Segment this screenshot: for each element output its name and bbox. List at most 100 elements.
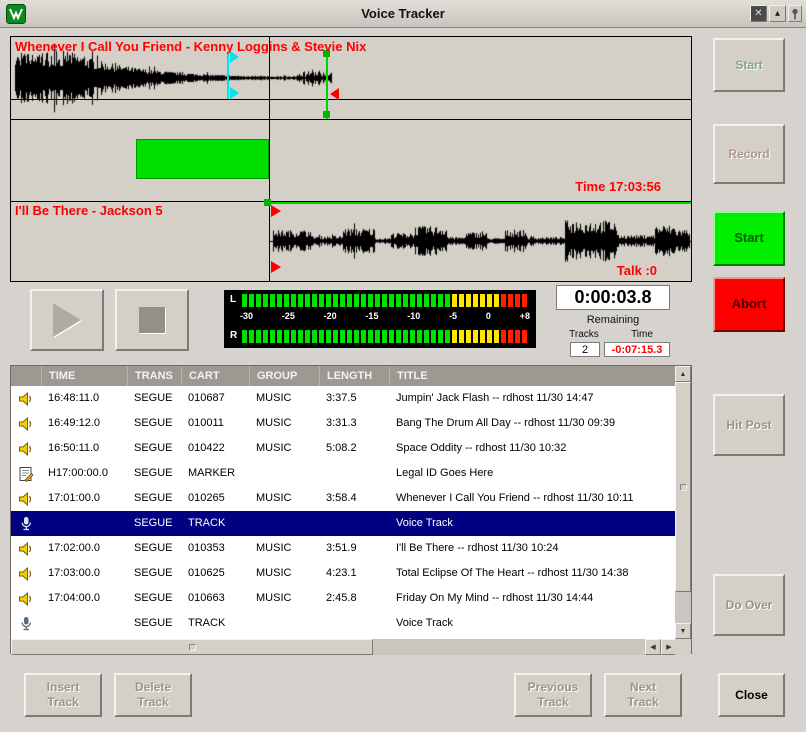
start-button-track2[interactable]: Start [713, 211, 785, 266]
table-row[interactable]: 16:48:11.0SEGUE010687MUSIC3:37.5Jumpin' … [11, 386, 677, 411]
cell-trans: SEGUE [127, 561, 181, 586]
end-marker-line[interactable] [326, 51, 328, 119]
start-marker-handle[interactable] [264, 199, 271, 206]
meter-segment [445, 294, 450, 307]
cell-group: MUSIC [249, 486, 319, 511]
cell-length [319, 511, 389, 536]
record-button[interactable]: Record [713, 124, 785, 184]
fade-marker-line[interactable] [227, 53, 229, 99]
level-meter: L -30-25-20-15-10-50+8 R [224, 290, 536, 348]
talk-marker-handle[interactable] [271, 205, 281, 217]
meter-segment [291, 330, 296, 343]
delete-track-button[interactable]: Delete Track [114, 673, 192, 717]
table-row[interactable]: H17:00:00.0SEGUEMARKERLegal ID Goes Here [11, 461, 677, 486]
voicetrack-region[interactable] [136, 139, 269, 179]
table-row[interactable]: 17:01:00.0SEGUE010265MUSIC3:58.4Whenever… [11, 486, 677, 511]
meter-scale-label: -5 [449, 311, 457, 321]
horizontal-scroll-thumb[interactable] [11, 639, 373, 655]
table-row[interactable]: 17:03:00.0SEGUE010625MUSIC4:23.1Total Ec… [11, 561, 677, 586]
meter-segment [466, 294, 471, 307]
end-marker-handle[interactable] [323, 111, 330, 118]
meter-segment [263, 330, 268, 343]
cell-trans: SEGUE [127, 586, 181, 611]
thumb-grip [189, 644, 196, 651]
titlebar[interactable]: Voice Tracker ✕ ▴ [0, 0, 806, 28]
stop-button[interactable] [115, 289, 189, 351]
playhead-cursor[interactable] [269, 37, 270, 282]
horizontal-scrollbar[interactable]: ◀ ▶ [11, 639, 677, 655]
table-row[interactable]: 17:02:00.0SEGUE010353MUSIC3:51.9I'll Be … [11, 536, 677, 561]
meter-segment [410, 330, 415, 343]
voice-tracker-window: { "window": { "title": "Voice Tracker", … [0, 0, 806, 732]
insert-track-button[interactable]: Insert Track [24, 673, 102, 717]
speaker-icon [11, 561, 41, 586]
column-header[interactable]: TRANS [127, 366, 181, 386]
column-header[interactable]: GROUP [249, 366, 319, 386]
column-header[interactable]: LENGTH [319, 366, 389, 386]
meter-segment [501, 330, 506, 343]
shade-icon[interactable]: ▴ [769, 5, 786, 22]
waveform-canvas [11, 37, 691, 281]
play-button[interactable] [30, 289, 104, 351]
meter-segment [375, 330, 380, 343]
meter-segment [382, 294, 387, 307]
log-rows: 16:48:11.0SEGUE010687MUSIC3:37.5Jumpin' … [11, 386, 691, 636]
next-track-button[interactable]: Next Track [604, 673, 682, 717]
cell-length: 3:58.4 [319, 486, 389, 511]
segue-marker-handle[interactable] [330, 88, 339, 100]
close-icon[interactable]: ✕ [750, 5, 767, 22]
meter-segment [326, 294, 331, 307]
meter-segment [431, 330, 436, 343]
vertical-scroll-thumb[interactable] [675, 382, 691, 592]
meter-segment [340, 330, 345, 343]
column-header[interactable] [11, 366, 41, 386]
meter-segment [298, 294, 303, 307]
scroll-up-icon[interactable]: ▲ [675, 366, 691, 382]
previous-track-button[interactable]: Previous Track [514, 673, 592, 717]
cell-length [319, 461, 389, 486]
abort-button[interactable]: Abort [713, 277, 785, 332]
cell-length: 2:45.8 [319, 586, 389, 611]
table-row[interactable]: 17:04:00.0SEGUE010663MUSIC2:45.8Friday O… [11, 586, 677, 611]
cell-trans: SEGUE [127, 511, 181, 536]
thumb-grip [680, 484, 687, 491]
fade-marker-handle[interactable] [230, 87, 239, 99]
meter-segment [312, 330, 317, 343]
column-header[interactable]: CART [181, 366, 249, 386]
start-button-track1[interactable]: Start [713, 38, 785, 92]
column-header[interactable]: TITLE [389, 366, 677, 386]
cell-title: Voice Track [389, 611, 677, 636]
remaining-tracks-value: 2 [570, 342, 600, 357]
meter-segment [508, 294, 513, 307]
vertical-scrollbar[interactable]: ▲ ▼ [675, 366, 691, 639]
meter-segment [508, 330, 513, 343]
talk-marker-handle[interactable] [271, 261, 281, 273]
cell-cart: 010687 [181, 386, 249, 411]
cell-trans: SEGUE [127, 411, 181, 436]
cell-cart: 010265 [181, 486, 249, 511]
table-row[interactable]: SEGUETRACKVoice Track [11, 511, 677, 536]
meter-segment [361, 330, 366, 343]
table-row[interactable]: 16:49:12.0SEGUE010011MUSIC3:31.3Bang The… [11, 411, 677, 436]
table-row[interactable]: 16:50:11.0SEGUE010422MUSIC5:08.2Space Od… [11, 436, 677, 461]
pin-icon[interactable] [788, 5, 802, 22]
hit-post-button[interactable]: Hit Post [713, 394, 785, 456]
meter-segment [333, 294, 338, 307]
cell-group: MUSIC [249, 561, 319, 586]
scroll-down-icon[interactable]: ▼ [675, 623, 691, 639]
cell-cart: 010353 [181, 536, 249, 561]
do-over-button[interactable]: Do Over [713, 574, 785, 636]
meter-segment [480, 330, 485, 343]
column-header[interactable]: TIME [41, 366, 127, 386]
cell-time: 16:49:12.0 [41, 411, 127, 436]
table-row[interactable]: SEGUETRACKVoice Track [11, 611, 677, 636]
microphone-icon [11, 611, 41, 636]
speaker-icon [11, 411, 41, 436]
scroll-left-icon[interactable]: ◀ [645, 639, 661, 655]
cell-length: 5:08.2 [319, 436, 389, 461]
close-button[interactable]: Close [718, 673, 785, 717]
cell-title: Space Oddity -- rdhost 11/30 10:32 [389, 436, 677, 461]
meter-segment [284, 294, 289, 307]
cell-length: 4:23.1 [319, 561, 389, 586]
start-marker-line[interactable] [269, 202, 692, 204]
